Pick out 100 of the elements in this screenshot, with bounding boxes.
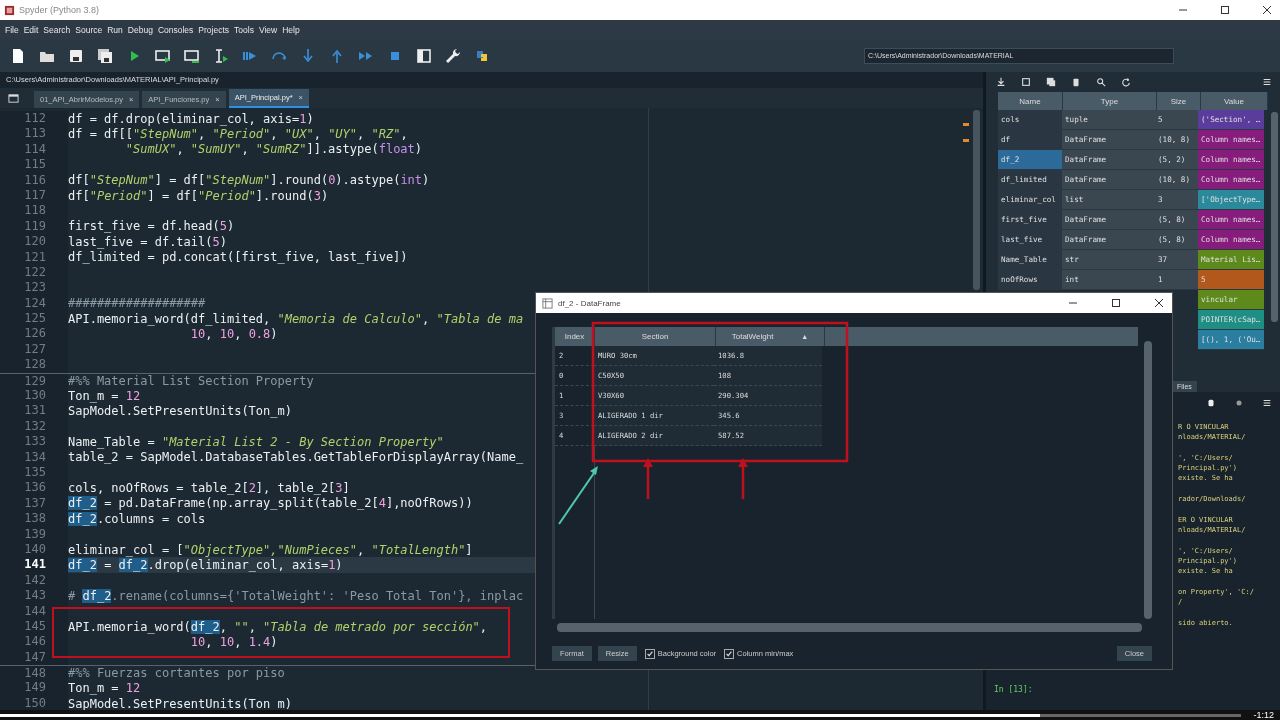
maximize-icon[interactable] [1111,298,1121,308]
code-line: df_limited = pd.concat([first_five, last_five]) [68,250,408,265]
menu-item[interactable]: Projects [198,25,230,35]
line-number: 143 [0,588,68,604]
menu-item[interactable]: Source [75,25,103,35]
menu-item[interactable]: Help [282,25,300,35]
menu-item[interactable]: Edit [23,25,39,35]
pane-icon[interactable] [416,48,432,64]
line-number: 123 [0,280,68,296]
code-line: df["StepNum"] = df["StepNum"].round(0).astype(int) [68,173,430,188]
code-line: 10, 10, 0.8) [189,327,278,342]
arrow [738,458,748,499]
menu-icon[interactable] [1262,77,1272,87]
floppy-disks-icon[interactable] [97,48,113,64]
close-icon[interactable] [1262,5,1272,15]
code-line: table_2 = SapModel.DatabaseTables.GetTableForDisplayArray(Name_ [68,450,524,465]
code-line: API.memoria_word(df_2, "", "Tabla de metrado por sección", [68,619,488,634]
column-header[interactable]: Size [1157,92,1201,110]
code-line: last_five = df.tail(5) [68,234,227,249]
code-line: Name_Table = "Material List 2 - By Section Property" [68,434,444,449]
column-header[interactable]: Value [1201,92,1268,110]
code-line: 10, 10, 1.4) [189,634,278,649]
search-icon[interactable] [1096,77,1106,87]
line-number: 146 [0,634,68,650]
line-number: 149 [0,680,68,696]
column-header[interactable]: Type [1063,92,1157,110]
code-line: API.memoria_word(df_limited, "Memoria de Calculo", "Tabla de ma [68,311,524,326]
checkbox[interactable] [644,648,655,659]
code-line: SapModel.SetPresentUnits(Ton_m) [68,696,292,710]
menu-item[interactable]: Debug [127,25,153,35]
code-line: df = df.drop(eliminar_col, axis=1) [68,111,314,126]
code-line: df["Period"] = df["Period"].round(3) [68,188,329,203]
line-number: 112 [0,111,68,127]
menu-item[interactable]: View [258,25,278,35]
wrench-icon[interactable] [445,48,461,64]
line-number: 148 [0,666,68,681]
menu-item[interactable]: File [5,25,19,35]
line-number: 141 [0,557,68,573]
scrollbar[interactable] [1271,112,1278,322]
code-line: cols, noOfRows = table_2[2], table_2[3] [68,481,350,496]
code-line: #%% Fuerzas cortantes por piso [68,666,285,681]
code-line: df_2.columns = cols [68,511,206,526]
arrow [643,458,653,499]
line-number: 115 [0,157,68,173]
warning-marker [963,123,969,126]
line-number: 120 [0,234,68,250]
console-prompt: In [13]: [993,685,1034,696]
code-line: Ton_m = 12 [68,681,141,696]
line-number: 125 [0,311,68,327]
dialog-title: df_2 - DataFrame [558,298,621,308]
line-number: 118 [0,203,68,219]
tab-list-icon[interactable] [8,93,19,104]
arrow [558,466,598,525]
menu-item[interactable]: Tools [234,25,254,35]
app-icon [4,4,15,16]
progress-track[interactable] [0,713,1242,717]
window-title: Spyder (Python 3.8) [19,5,100,15]
close-icon[interactable] [1154,298,1164,308]
down-arrow-icon[interactable] [300,48,316,64]
logo-icon[interactable] [474,48,490,64]
scrollbar[interactable] [1144,341,1152,619]
line-number: 128 [0,357,68,373]
code-line: eliminar_col = ["ObjectType","NumPieces", "TotalLength"] [68,542,473,557]
code-line: df = df[["StepNum", "Period", "UX", "UY", "RZ", [68,127,408,142]
code-line: # df_2.rename(columns={'TotalWeight': 'Peso Total Ton'}, inplac [68,588,524,603]
text-cursor-play-icon[interactable] [213,48,229,64]
menu-item[interactable]: Consoles [157,25,194,35]
code-line: df_2 = df_2.drop(eliminar_col, axis=1) [68,558,343,572]
scrollbar[interactable] [973,110,980,290]
refresh-icon[interactable] [1121,77,1131,87]
trash-icon[interactable] [1071,77,1081,87]
column-header[interactable]: Name [998,92,1063,110]
scrollbar[interactable] [557,623,1142,632]
code-line: first_five = df.head(5) [68,219,235,234]
code-line: df_2 = pd.DataFrame(np.array_split(table_2[4],noOfRows)) [68,496,473,511]
warning-marker [963,139,969,142]
floppy-disks-icon[interactable] [1046,77,1056,87]
line-number: 138 [0,511,68,527]
menu-item[interactable]: Search [43,25,71,35]
column-header[interactable]: Section [595,327,716,346]
up-arrow-icon[interactable] [329,48,345,64]
line-number: 133 [0,434,68,450]
code-line: ################### [68,296,206,311]
document-icon[interactable] [10,48,26,64]
line-number: 136 [0,480,68,496]
line-number: 126 [0,326,68,342]
menu-icon[interactable] [1262,398,1272,408]
time-remaining: -1:12 [1253,710,1274,720]
menu-item[interactable]: Run [107,25,123,35]
stop-icon[interactable] [1206,398,1216,408]
download-icon[interactable] [996,77,1006,87]
line-number: 130 [0,388,68,404]
code-line: SapModel.SetPresentUnits(Ton_m) [68,404,292,419]
checkbox[interactable] [724,648,735,659]
code-line: Ton_m = 12 [68,388,141,403]
window-icon [542,297,553,309]
screen-play-icon[interactable] [155,48,171,64]
maximize-icon[interactable] [1220,5,1230,15]
column-header[interactable]: Index [555,327,595,346]
code-line: #%% Material List Section Property [68,373,314,388]
